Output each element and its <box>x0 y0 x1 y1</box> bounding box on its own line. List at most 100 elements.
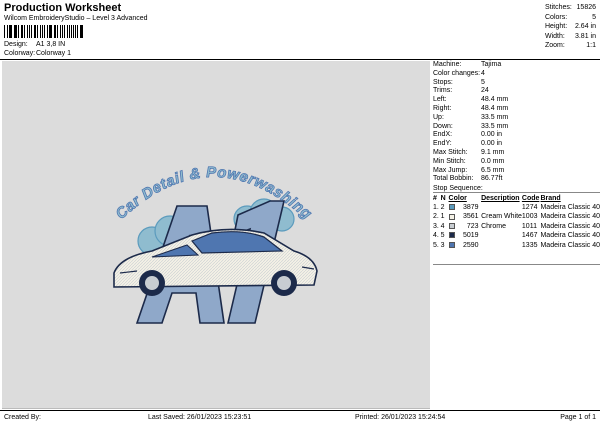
stop-row: 5. 3 2590 1335 Madeira Classic 40 <box>433 241 600 250</box>
detail-row: Down: 33.5 mm <box>433 123 600 132</box>
stat-colors: Colors: 5 <box>545 13 596 21</box>
barcode-bar <box>56 25 58 38</box>
machine-details: Machine: Tajima Color changes: 4 Stops: 5 Trim… <box>433 61 600 194</box>
detail-label: Machine: <box>433 61 462 68</box>
barcode-bar <box>77 25 78 38</box>
barcode-bar <box>66 25 68 38</box>
barcode-bar <box>48 25 50 38</box>
detail-row: Machine: Tajima <box>433 61 600 70</box>
color-code: 2590 <box>448 241 482 250</box>
stop-number: 5. <box>433 241 439 249</box>
stop-row: 2. 1 3561 Cream White 1003 Madeira Classic 40 <box>433 212 600 221</box>
stop-number: 2. <box>433 213 439 221</box>
needle-number: 3 <box>440 241 445 249</box>
last-saved: Last Saved: 26/01/2023 15:23:51 <box>148 414 252 421</box>
detail-row: Max Stitch: 9.1 mm <box>433 149 600 158</box>
detail-row: Trims: 24 <box>433 87 600 96</box>
stop-number: 4. <box>433 232 439 240</box>
thread-description <box>481 241 522 250</box>
thread-code: 1467 <box>521 232 538 240</box>
color-code-text: 2590 <box>462 241 479 249</box>
detail-label: Min Stitch: <box>433 157 466 165</box>
needle-number: 4 <box>440 222 445 230</box>
detail-label: Stops: <box>433 78 453 86</box>
stop-row: 1. 2 3879 1274 Madeira Classic 40 <box>433 203 600 212</box>
detail-row: Total Bobbin: 86.77ft <box>433 175 600 184</box>
detail-label: Max Jump: <box>433 166 468 174</box>
detail-row: Up: 33.5 mm <box>433 114 600 123</box>
thread-code: 1274 <box>521 204 538 211</box>
barcode-bar <box>37 25 38 38</box>
color-code: 723 <box>448 222 482 231</box>
barcode-bar <box>47 25 48 38</box>
thread-code: 1011 <box>521 222 537 230</box>
thread-brand: Madeira Classic 40 <box>540 213 600 221</box>
col-description: Description <box>481 195 520 202</box>
barcode-bar <box>28 25 30 38</box>
detail-label: Color changes: <box>433 69 481 77</box>
barcode-bar <box>8 25 10 38</box>
barcode-bar <box>26 25 28 38</box>
barcode-bar <box>39 25 42 38</box>
detail-value: 5 <box>481 78 485 86</box>
color-swatch <box>448 241 455 248</box>
color-swatch <box>448 213 455 220</box>
stat-stitches: Stitches: 15826 <box>545 4 596 11</box>
barcode-bar <box>22 25 24 38</box>
thread-brand: Madeira Classic 40 <box>540 241 600 249</box>
barcode <box>4 25 84 38</box>
page-title: Production Worksheet <box>4 2 122 14</box>
col-n: N <box>440 195 446 202</box>
detail-value: 86.77ft <box>481 175 503 183</box>
barcode-bar <box>64 25 65 38</box>
design-stats: Stitches: 15826 Colors: 5 Height: 2.64 in W… <box>545 3 600 51</box>
stop-sequence-table: # N Color Description Code Brand 1. 2 3879… <box>433 194 600 250</box>
barcode-bar <box>55 25 56 38</box>
thread-brand: Madeira Classic 40 <box>540 232 600 240</box>
stops-divider <box>433 264 600 265</box>
thread-description: Chrome <box>481 222 506 230</box>
detail-value: 48.4 mm <box>481 96 509 104</box>
detail-label: EndX: <box>433 131 453 139</box>
barcode-bar <box>44 25 46 38</box>
detail-value: 48.4 mm <box>481 104 509 112</box>
col-brand: Brand <box>540 195 561 202</box>
detail-value: 24 <box>481 87 489 95</box>
detail-label: Max Stitch: <box>433 148 468 156</box>
color-swatch <box>448 204 455 211</box>
detail-value: 0.00 in <box>481 140 503 148</box>
detail-row: Stops: 5 <box>433 79 600 88</box>
detail-value: 4 <box>481 69 485 77</box>
colorway-label: Colorway: <box>4 50 36 57</box>
detail-label: Right: <box>433 104 452 112</box>
header-divider <box>0 59 600 60</box>
detail-value: 33.5 mm <box>481 122 509 130</box>
page-number: Page 1 of 1 <box>560 414 596 421</box>
barcode-bar <box>24 25 25 38</box>
needle-number: 5 <box>440 232 445 240</box>
col-color: Color <box>448 195 467 202</box>
stat-height: Height: 2.64 in <box>545 23 596 30</box>
barcode-bar <box>33 25 35 38</box>
barcode-bar <box>7 25 8 38</box>
barcode-bar <box>70 25 72 38</box>
barcode-bar <box>61 25 64 38</box>
barcode-bar <box>13 25 15 38</box>
barcode-bar <box>81 25 84 38</box>
barcode-bar <box>73 25 74 38</box>
detail-row: Color changes: 4 <box>433 70 600 79</box>
detail-label: Trims: <box>433 87 453 95</box>
stop-number: 3. <box>433 222 439 230</box>
thread-code: 1003 <box>521 213 538 221</box>
design-artwork: Car Detail & Powerwashing <box>112 164 318 324</box>
color-code-text: 3561 <box>462 213 479 221</box>
thread-brand: Madeira Classic 40 <box>540 222 600 230</box>
detail-value: 0.0 mm <box>481 157 505 165</box>
detail-label: Total Bobbin: <box>433 175 474 183</box>
stat-width: Width: 3.81 in <box>545 32 596 40</box>
detail-label: Left: <box>433 96 447 104</box>
barcode-bar <box>50 25 52 38</box>
detail-label: Up: <box>433 113 444 121</box>
design-row: Design: A1 3,8 IN <box>4 41 65 48</box>
detail-value: 33.5 mm <box>481 113 509 121</box>
